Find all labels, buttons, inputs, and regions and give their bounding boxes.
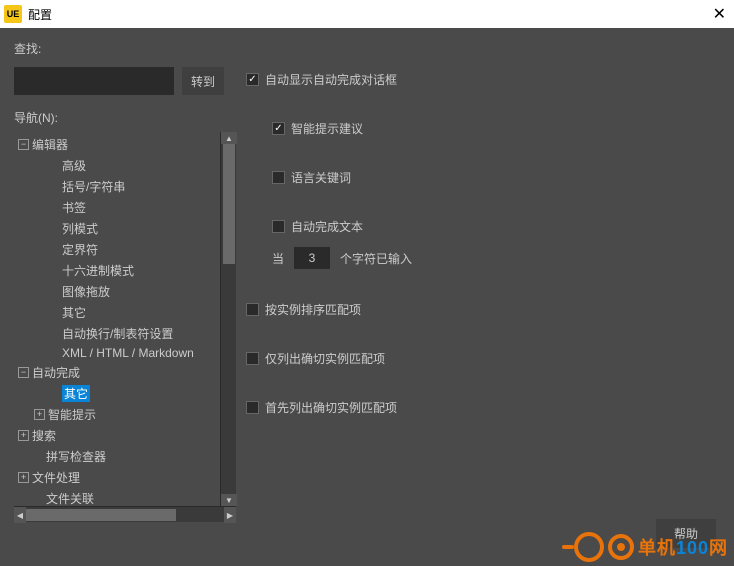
app-logo-icon: UE: [4, 5, 22, 23]
expand-icon[interactable]: +: [18, 430, 29, 441]
checkbox-icon[interactable]: [272, 220, 285, 233]
tree-item-autocomplete[interactable]: −自动完成: [14, 362, 220, 383]
tree-item-fileassoc[interactable]: 文件关联: [14, 488, 220, 506]
titlebar: UE 配置 ✕: [0, 0, 734, 28]
option-listexact[interactable]: 仅列出确切实例匹配项: [246, 344, 720, 373]
tree-item-editor[interactable]: −编辑器: [14, 134, 220, 155]
nav-tree[interactable]: −编辑器 高级 括号/字符串 书签 列模式 定界符 十六进制模式 图像拖放 其它…: [14, 132, 220, 506]
option-intellisuggest[interactable]: 智能提示建议: [246, 114, 720, 143]
checkbox-icon[interactable]: [246, 303, 259, 316]
expand-icon[interactable]: +: [18, 472, 29, 483]
tree-item-search[interactable]: +搜索: [14, 425, 220, 446]
tree-item-spell[interactable]: 拼写检查器: [14, 446, 220, 467]
search-input[interactable]: [14, 67, 174, 95]
scroll-thumb[interactable]: [223, 144, 235, 264]
tree-hscrollbar[interactable]: ◀ ▶: [14, 506, 236, 522]
option-firstexact[interactable]: 首先列出确切实例匹配项: [246, 393, 720, 422]
option-charcount: 当 个字符已输入: [246, 241, 720, 275]
option-langkeyword[interactable]: 语言关键词: [246, 163, 720, 192]
watermark-icon: [608, 534, 634, 560]
tree-item-bookmarks[interactable]: 书签: [14, 197, 220, 218]
go-button[interactable]: 转到: [182, 67, 224, 95]
option-autoshow[interactable]: 自动显示自动完成对话框: [246, 65, 720, 94]
tree-item-hexmode[interactable]: 十六进制模式: [14, 260, 220, 281]
help-button[interactable]: 帮助: [656, 519, 716, 548]
nav-label: 导航(N):: [14, 109, 236, 126]
scroll-left-icon[interactable]: ◀: [14, 507, 26, 523]
tree-item-columnmode[interactable]: 列模式: [14, 218, 220, 239]
checkbox-icon[interactable]: [272, 171, 285, 184]
tree-item-brackets[interactable]: 括号/字符串: [14, 176, 220, 197]
scroll-down-icon[interactable]: ▼: [221, 494, 237, 506]
tree-vscrollbar[interactable]: ▲ ▼: [220, 132, 236, 506]
tree-item-intelli[interactable]: +智能提示: [14, 404, 220, 425]
tree-item-wrap[interactable]: 自动换行/制表符设置: [14, 323, 220, 344]
collapse-icon[interactable]: −: [18, 139, 29, 150]
collapse-icon[interactable]: −: [18, 367, 29, 378]
checkbox-icon[interactable]: [246, 73, 259, 86]
watermark-icon: [574, 532, 604, 562]
search-label: 查找:: [14, 40, 41, 57]
tree-item-filehandle[interactable]: +文件处理: [14, 467, 220, 488]
checkbox-icon[interactable]: [272, 122, 285, 135]
tree-item-advanced[interactable]: 高级: [14, 155, 220, 176]
option-sortcase[interactable]: 按实例排序匹配项: [246, 295, 720, 324]
tree-item-other-autocomplete[interactable]: 其它: [14, 383, 220, 404]
close-icon[interactable]: ✕: [713, 4, 726, 24]
scroll-up-icon[interactable]: ▲: [221, 132, 237, 144]
settings-panel: 自动显示自动完成对话框 智能提示建议 语言关键词 自动完成文本 当 个字符已输入…: [246, 109, 720, 522]
tree-item-other-editor[interactable]: 其它: [14, 302, 220, 323]
window-title: 配置: [28, 6, 52, 23]
checkbox-icon[interactable]: [246, 401, 259, 414]
scroll-right-icon[interactable]: ▶: [224, 507, 236, 523]
checkbox-icon[interactable]: [246, 352, 259, 365]
expand-icon[interactable]: +: [34, 409, 45, 420]
option-autotext[interactable]: 自动完成文本: [246, 212, 720, 241]
tree-item-xml[interactable]: XML / HTML / Markdown: [14, 344, 220, 362]
tree-item-delimiter[interactable]: 定界符: [14, 239, 220, 260]
tree-item-imagedrop[interactable]: 图像拖放: [14, 281, 220, 302]
scroll-thumb[interactable]: [26, 509, 176, 521]
charcount-input[interactable]: [294, 247, 330, 269]
